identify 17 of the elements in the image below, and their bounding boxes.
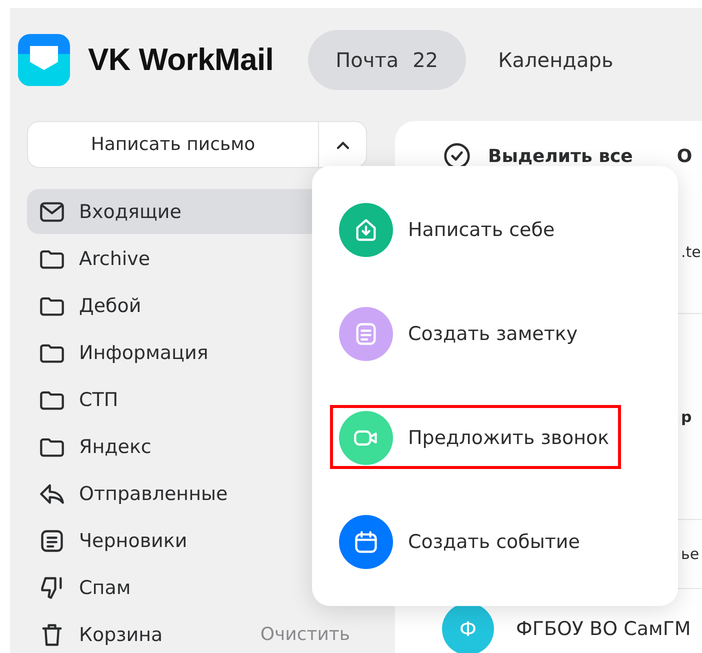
document-icon xyxy=(39,528,65,554)
sender-name: ФГБОУ ВО СамГМ xyxy=(516,618,691,640)
compose-button[interactable]: Написать письмо xyxy=(28,122,318,167)
message-text: р xyxy=(681,408,692,426)
app-title: VK WorkMail xyxy=(88,42,274,78)
toolbar-label[interactable]: О xyxy=(676,146,692,166)
nav-tab[interactable]: Календарь xyxy=(470,30,642,90)
nav-tab[interactable]: Почта 22 xyxy=(308,30,466,90)
calendar-icon xyxy=(353,529,379,555)
avatar: Ф xyxy=(442,603,494,653)
folder-item[interactable]: Корзина Очистить xyxy=(27,612,362,653)
caret-icon xyxy=(336,140,350,150)
select-all-label[interactable]: Выделить все xyxy=(488,146,633,166)
thumbs-down-icon xyxy=(39,574,65,600)
message-text: .te xyxy=(681,243,701,261)
envelope-logo xyxy=(18,34,70,86)
message-text: ье xyxy=(681,545,700,563)
